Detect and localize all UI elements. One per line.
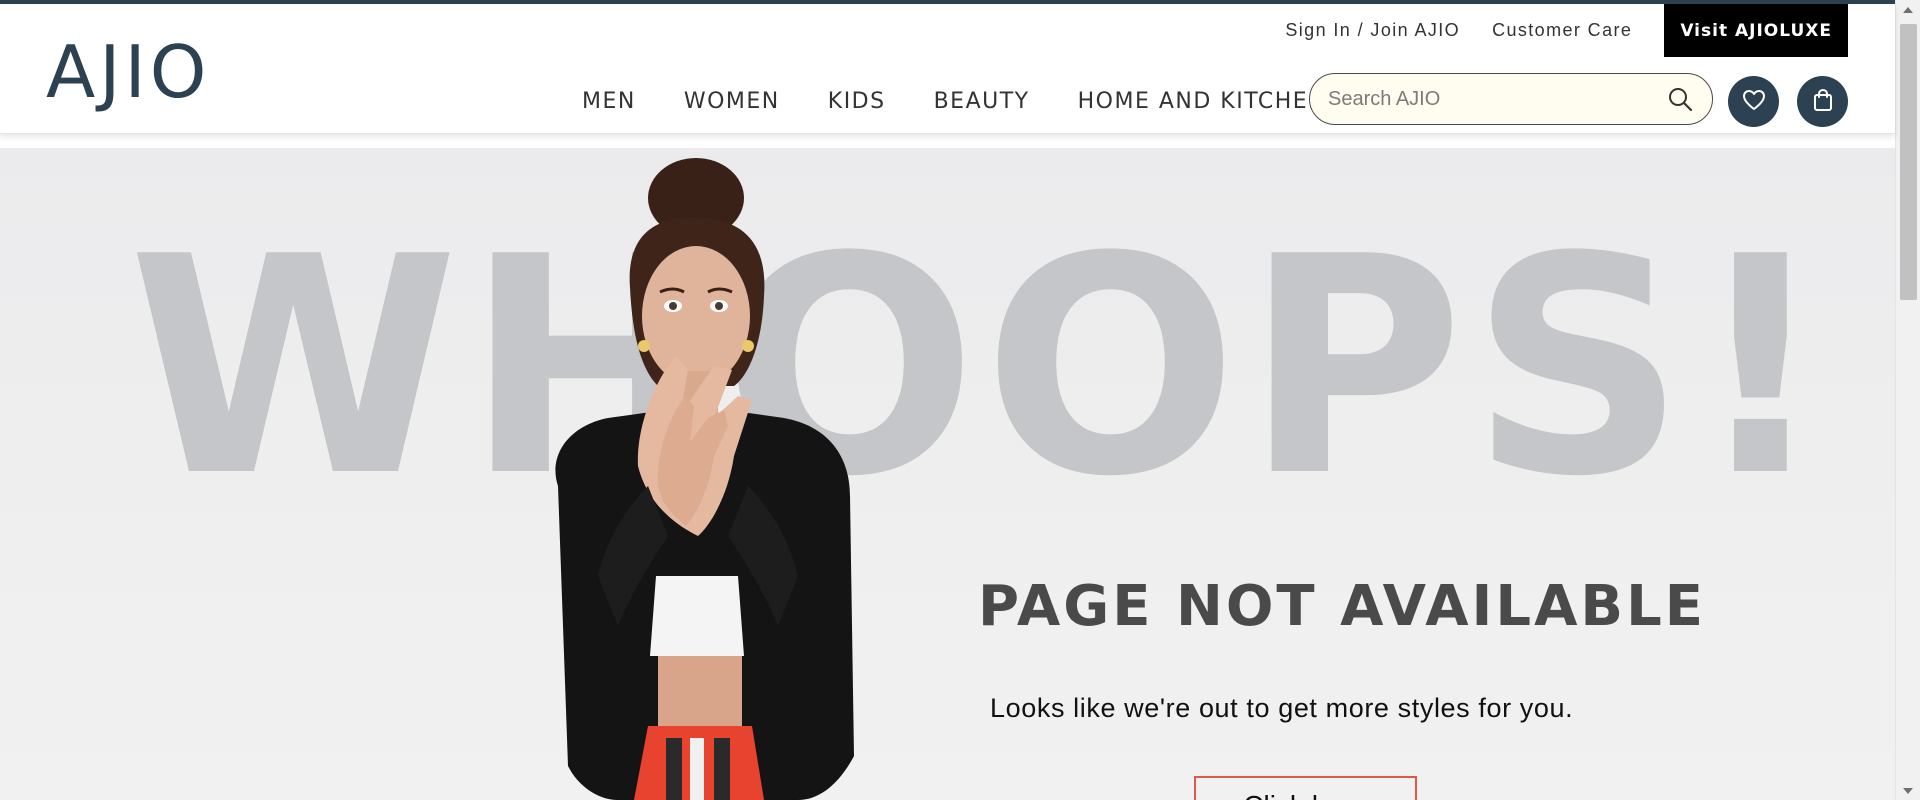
page: AJIO Sign In / Join AJIO Customer Care V… [0,0,1920,800]
click-here-button[interactable]: Click here [1194,776,1417,800]
site-header: AJIO Sign In / Join AJIO Customer Care V… [0,4,1895,134]
ajio-logo[interactable]: AJIO [46,36,210,108]
error-hero: WHOOPS! PAGE NOT AVAILABLE Looks like we… [0,148,1895,800]
nav-item-men[interactable]: MEN [582,89,636,114]
wishlist-button[interactable] [1728,76,1779,127]
bag-icon [1812,88,1834,116]
page-not-available-subtitle: Looks like we're out to get more styles … [990,693,1574,723]
sign-in-link[interactable]: Sign In / Join AJIO [1285,20,1460,41]
main-nav: MEN WOMEN KIDS BEAUTY HOME AND KITCHEN [582,89,1374,114]
nav-item-kids[interactable]: KIDS [828,89,886,114]
visit-ajioluxe-button[interactable]: Visit AJIOLUXE [1664,4,1848,57]
scroll-down-arrow-icon[interactable] [1903,788,1913,794]
cart-button[interactable] [1797,76,1848,127]
page-not-available-title: PAGE NOT AVAILABLE [978,574,1707,639]
search-box [1309,73,1713,125]
heart-icon [1742,89,1766,115]
scroll-thumb[interactable] [1900,24,1917,300]
nav-item-home-and-kitchen[interactable]: HOME AND KITCHEN [1078,89,1327,114]
top-links: Sign In / Join AJIO Customer Care Visit … [1285,4,1848,57]
search-input[interactable] [1328,87,1666,111]
search-icon[interactable] [1666,85,1694,113]
surprised-woman-image [555,158,854,800]
nav-item-beauty[interactable]: BEAUTY [934,89,1030,114]
customer-care-link[interactable]: Customer Care [1492,20,1632,41]
scroll-up-arrow-icon[interactable] [1903,7,1913,13]
whoops-headline: WHOOPS! [128,193,1835,542]
nav-item-women[interactable]: WOMEN [684,89,780,114]
page-scrollbar[interactable] [1895,0,1920,800]
